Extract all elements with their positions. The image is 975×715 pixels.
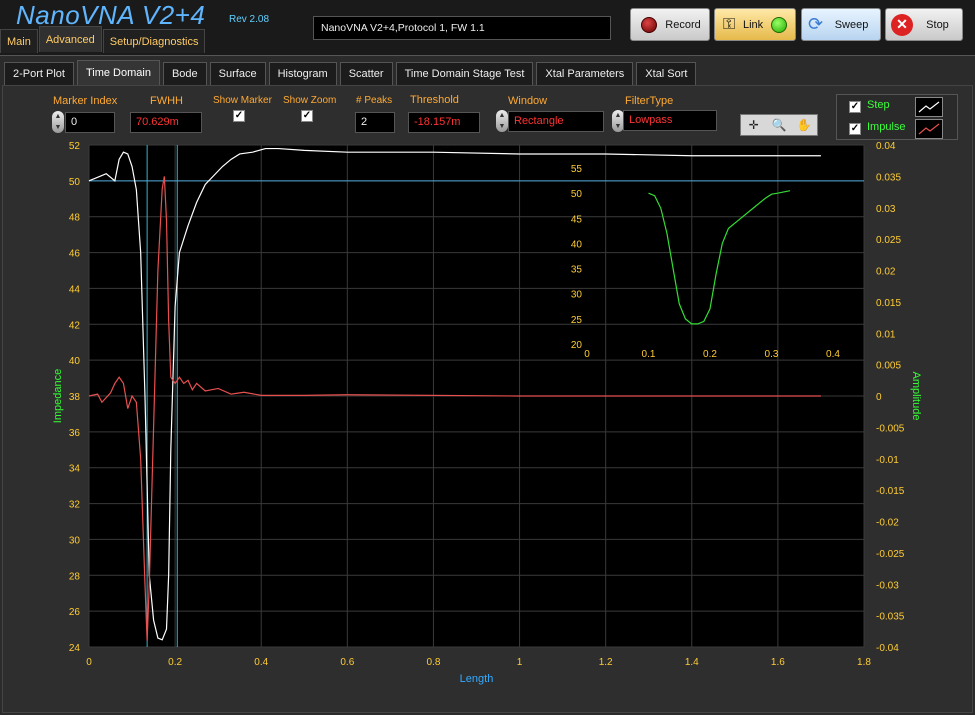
record-button[interactable]: Record bbox=[630, 8, 710, 41]
fwhh-field: 70.629m bbox=[130, 112, 202, 133]
tab-setup-diagnostics[interactable]: Setup/Diagnostics bbox=[102, 29, 206, 53]
step-legend-label: Step bbox=[867, 99, 890, 111]
antenna-icon: ⚿ bbox=[723, 15, 736, 33]
cursor-tool-icon[interactable]: ✛ bbox=[745, 116, 763, 134]
time-domain-panel bbox=[2, 85, 973, 713]
tab-surface[interactable]: Surface bbox=[209, 62, 266, 85]
fwhh-label: FWHH bbox=[150, 95, 183, 107]
impulse-legend-checkbox[interactable]: ✓ bbox=[849, 123, 861, 135]
marker-index-field[interactable]: 0 bbox=[65, 112, 115, 133]
main-tabs: Main Advanced Setup/Diagnostics bbox=[0, 26, 206, 53]
show-marker-checkbox[interactable]: ✓ bbox=[233, 110, 245, 122]
filter-type-select[interactable]: Lowpass bbox=[623, 110, 717, 131]
stop-label: Stop bbox=[926, 18, 949, 31]
show-zoom-checkbox[interactable]: ✓ bbox=[301, 110, 313, 122]
record-label: Record bbox=[665, 18, 701, 31]
tab-time-domain-stage-test[interactable]: Time Domain Stage Test bbox=[395, 62, 534, 85]
step-legend-swatch[interactable] bbox=[915, 97, 943, 117]
tab-xtal-sort[interactable]: Xtal Sort bbox=[636, 62, 697, 85]
tab-2-port-plot[interactable]: 2-Port Plot bbox=[4, 62, 74, 85]
step-legend-checkbox[interactable]: ✓ bbox=[849, 101, 861, 113]
marker-index-spinner[interactable]: ▲ ▼ bbox=[52, 111, 64, 133]
app-version: Rev 2.08 bbox=[229, 14, 270, 25]
link-label: Link bbox=[743, 18, 764, 31]
marker-index-label: Marker Index bbox=[53, 95, 118, 107]
device-status: NanoVNA V2+4,Protocol 1, FW 1.1 bbox=[313, 16, 611, 40]
advanced-tabs: 2-Port Plot Time Domain Bode Surface His… bbox=[4, 60, 699, 85]
refresh-icon: ⟳ bbox=[808, 14, 824, 34]
plot-legend: ✓ Step ✓ Impulse bbox=[836, 94, 958, 140]
threshold-field[interactable]: -18.157m bbox=[408, 112, 480, 133]
peaks-field[interactable]: 2 bbox=[355, 112, 395, 133]
show-zoom-label: Show Zoom bbox=[283, 95, 337, 106]
link-button[interactable]: ⚿ Link bbox=[714, 8, 796, 41]
zoom-tool-icon[interactable]: 🔍 bbox=[770, 116, 788, 134]
stop-icon: ✕ bbox=[891, 13, 913, 36]
stop-button[interactable]: ✕ Stop bbox=[885, 8, 963, 41]
graph-tool-palette: ✛ 🔍 ✋ bbox=[740, 114, 818, 136]
tab-histogram[interactable]: Histogram bbox=[268, 62, 337, 85]
tab-scatter[interactable]: Scatter bbox=[339, 62, 393, 85]
peaks-label: # Peaks bbox=[356, 95, 393, 106]
impulse-legend-label: Impulse bbox=[867, 121, 906, 133]
window-spinner[interactable]: ▲ ▼ bbox=[496, 110, 508, 132]
impulse-legend-swatch[interactable] bbox=[915, 119, 943, 139]
sweep-button[interactable]: ⟳ Sweep bbox=[801, 8, 881, 41]
window-label: Window bbox=[508, 95, 548, 107]
tab-xtal-parameters[interactable]: Xtal Parameters bbox=[536, 62, 634, 85]
window-select[interactable]: Rectangle bbox=[508, 111, 604, 132]
tab-advanced[interactable]: Advanced bbox=[38, 26, 102, 52]
show-marker-label: Show Marker bbox=[213, 95, 272, 106]
sweep-label: Sweep bbox=[834, 18, 869, 31]
tab-time-domain[interactable]: Time Domain bbox=[76, 60, 160, 85]
filter-type-label: FilterType bbox=[625, 95, 674, 107]
tab-main[interactable]: Main bbox=[0, 29, 38, 53]
pan-tool-icon[interactable]: ✋ bbox=[795, 116, 813, 134]
threshold-label: Threshold bbox=[410, 94, 459, 106]
link-status-icon bbox=[771, 16, 787, 33]
tab-bode[interactable]: Bode bbox=[162, 62, 207, 85]
record-icon bbox=[641, 16, 657, 33]
